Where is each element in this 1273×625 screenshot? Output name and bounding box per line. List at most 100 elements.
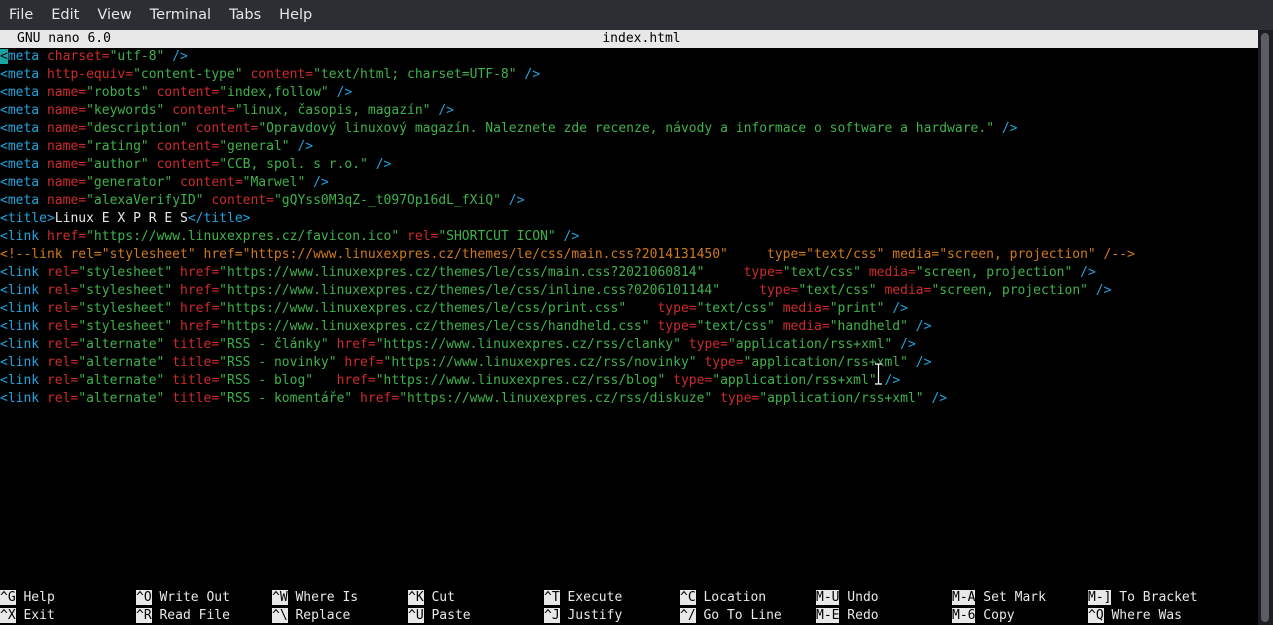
terminal-view[interactable]: GNU nano 6.0 index.html <meta charset="u… <box>0 30 1258 625</box>
menu-view[interactable]: View <box>88 0 140 30</box>
code-token: /> <box>907 319 932 334</box>
menu-tabs[interactable]: Tabs <box>220 0 270 30</box>
code-token: "keywords" <box>86 103 165 118</box>
code-token: rel= <box>46 355 79 370</box>
code-token: /> <box>305 175 329 190</box>
code-token: "text/css" <box>782 265 861 280</box>
shortcut-key: ^K <box>408 590 424 605</box>
code-line: <meta name="author" content="CCB, spol. … <box>0 156 1258 174</box>
shortcut-item: ^/ Go To Line <box>680 607 782 625</box>
code-token: <link <box>0 283 47 298</box>
shortcut-label: Help <box>15 590 55 605</box>
code-token: "stylesheet" <box>78 265 173 280</box>
menu-terminal[interactable]: Terminal <box>141 0 220 30</box>
code-token: /> <box>1087 283 1112 298</box>
shortcut-key: ^T <box>544 590 560 605</box>
code-line: <link href="https://www.linuxexpres.cz/f… <box>0 228 1258 246</box>
shortcut-item: ^W Where Is <box>272 589 358 607</box>
code-token: <link <box>0 229 47 244</box>
shortcut-item: ^O Write Out <box>136 589 230 607</box>
scrollbar-thumb[interactable] <box>1261 33 1269 622</box>
code-token: <meta <box>0 85 47 100</box>
code-token: "alternate" <box>78 355 165 370</box>
shortcut-key: ^O <box>136 590 152 605</box>
code-token: meta <box>7 49 47 64</box>
menu-help[interactable]: Help <box>270 0 321 30</box>
code-token: rel= <box>46 265 79 280</box>
shortcut-label: Read File <box>151 608 230 623</box>
code-line: <link rel="alternate" title="RSS - novin… <box>0 354 1258 372</box>
code-token: "RSS - novinky" <box>219 355 337 370</box>
shortcut-item: M-A Set Mark <box>952 589 1046 607</box>
code-token: "Marwel" <box>242 175 306 190</box>
code-token: "https://www.linuxexpres.cz/rss/diskuze" <box>399 391 713 406</box>
code-token: rel= <box>46 337 79 352</box>
code-token: href= <box>172 283 220 298</box>
code-token: "linux, časopis, magazín" <box>234 103 431 118</box>
code-line: <link rel="alternate" title="RSS - blog"… <box>0 372 1258 390</box>
shortcut-key: M-E <box>816 608 840 623</box>
code-token: "application/rss+xml" <box>712 373 877 388</box>
shortcut-item: ^K Cut <box>408 589 455 607</box>
menu-edit[interactable]: Edit <box>42 0 88 30</box>
code-token: "content-type" <box>133 67 243 82</box>
code-line: <link rel="stylesheet" href="https://www… <box>0 264 1258 282</box>
code-token: "RSS - komentáře" <box>219 391 353 406</box>
code-token: rel= <box>399 229 439 244</box>
nano-title-bar: GNU nano 6.0 index.html <box>0 30 1258 48</box>
code-token: <meta <box>0 103 47 118</box>
code-token: <link <box>0 391 47 406</box>
code-token: <link <box>0 337 47 352</box>
shortcut-key: ^J <box>544 608 560 623</box>
code-token: "alternate" <box>78 391 165 406</box>
code-token: /> <box>516 67 541 82</box>
shortcut-label: Execute <box>559 590 623 605</box>
code-token: "application/rss+xml" <box>727 337 893 352</box>
code-token: <meta <box>0 193 47 208</box>
code-token: type= <box>720 283 799 298</box>
code-line: <meta name="keywords" content="linux, ča… <box>0 102 1258 120</box>
code-token: "alternate" <box>78 373 165 388</box>
menu-file[interactable]: File <box>0 0 42 30</box>
shortcut-label: Undo <box>839 590 879 605</box>
code-token: media= <box>774 301 830 316</box>
code-token: rel= <box>46 301 79 316</box>
code-token: <!--link rel="stylesheet" href="https://… <box>0 247 1135 262</box>
code-token: "https://www.linuxexpres.cz/rss/blog" <box>375 373 666 388</box>
code-token: href= <box>46 229 87 244</box>
code-token: <link <box>0 319 47 334</box>
code-token: "index,follow" <box>219 85 329 100</box>
code-token: <link <box>0 265 47 280</box>
shortcut-label: Go To Line <box>695 608 782 623</box>
code-line: <link rel="stylesheet" href="https://www… <box>0 300 1258 318</box>
shortcut-key: M-A <box>952 590 976 605</box>
shortcut-label: Justify <box>559 608 623 623</box>
code-token: content= <box>242 67 314 82</box>
shortcut-label: Cut <box>423 590 455 605</box>
code-token: Linux E X P R E S <box>54 211 188 226</box>
code-token: /> <box>430 103 454 118</box>
shortcut-label: Paste <box>423 608 471 623</box>
editor-buffer[interactable]: <meta charset="utf-8" /> <meta http-equiv… <box>0 48 1258 408</box>
code-token: <meta <box>0 121 47 136</box>
code-token: name= <box>46 121 87 136</box>
code-token: "stylesheet" <box>78 301 173 316</box>
code-line: <link rel="alternate" title="RSS - článk… <box>0 336 1258 354</box>
shortcut-key: ^U <box>408 608 424 623</box>
shortcut-key: ^Q <box>1088 608 1104 623</box>
code-token: href= <box>172 319 220 334</box>
shortcut-item: ^T Execute <box>544 589 622 607</box>
shortcut-item: ^\ Replace <box>272 607 350 625</box>
code-line: <meta name="description" content="Opravd… <box>0 120 1258 138</box>
code-token: name= <box>46 103 87 118</box>
shortcut-label: Set Mark <box>975 590 1046 605</box>
code-token: type= <box>680 337 728 352</box>
code-token: /> <box>994 121 1018 136</box>
code-token: "CCB, spol. s r.o." <box>219 157 368 172</box>
code-line: <link rel="stylesheet" href="https://www… <box>0 318 1258 336</box>
code-token: title= <box>164 391 220 406</box>
code-token: title= <box>164 355 220 370</box>
code-token: "rating" <box>86 139 149 154</box>
code-token: href= <box>172 265 220 280</box>
code-token: content= <box>164 103 235 118</box>
